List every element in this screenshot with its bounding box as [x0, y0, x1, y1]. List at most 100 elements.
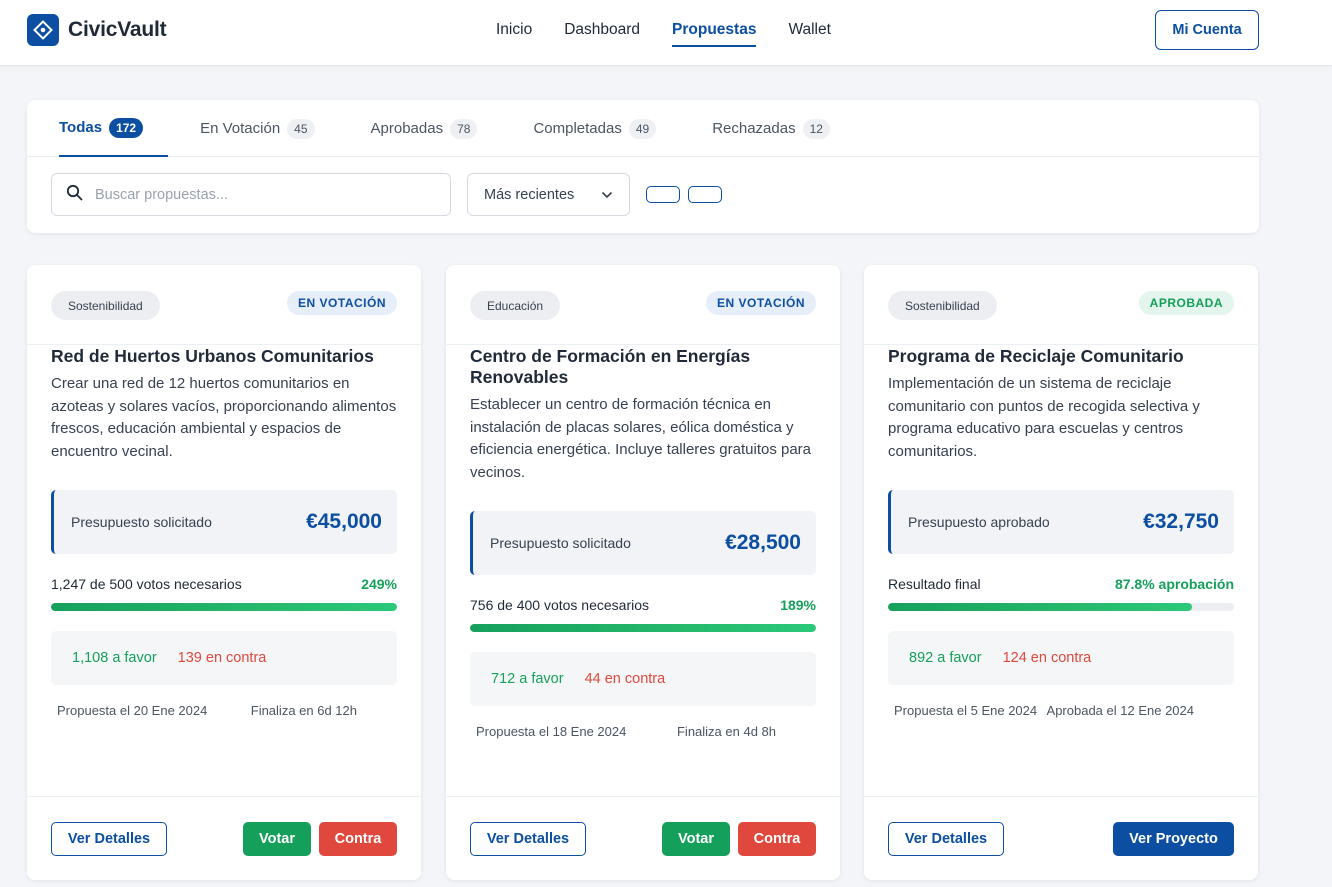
status-badge: APROBADA	[1138, 291, 1234, 315]
nav-inicio[interactable]: Inicio	[496, 0, 532, 47]
proposed-date: Propuesta el 18 Ene 2024	[476, 723, 627, 739]
progress-text: Resultado final	[888, 575, 981, 592]
search-icon	[66, 184, 83, 206]
progress-row: Resultado final 87.8% aprobación	[888, 576, 1234, 592]
category-badge: Sostenibilidad	[888, 291, 997, 320]
brand-name: CivicVault	[68, 18, 167, 41]
dates-row: Propuesta el 20 Ene 2024 Finaliza en 6d …	[51, 703, 397, 718]
tab-label: Todas	[59, 119, 103, 136]
budget-box: Presupuesto aprobado €32,750	[888, 489, 1234, 554]
main-nav: Inicio Dashboard Propuestas Wallet	[496, 0, 831, 66]
status-badge: EN VOTACIÓN	[287, 291, 397, 315]
against-button[interactable]: Contra	[738, 822, 816, 856]
brand-logo-icon	[27, 14, 59, 46]
proposed-date: Propuesta el 20 Ene 2024	[57, 702, 208, 718]
proposal-description: Crear una red de 12 huertos comunitarios…	[51, 375, 397, 461]
tab-label: Aprobadas	[370, 120, 444, 137]
progress-row: 756 de 400 votos necesarios 189%	[470, 597, 816, 613]
view-toggle-button[interactable]	[646, 186, 680, 203]
progress-row: 1,247 de 500 votos necesarios 249%	[51, 576, 397, 592]
votes-favor: 712 a favor	[491, 670, 564, 687]
details-button[interactable]: Ver Detalles	[470, 822, 586, 856]
tab-todas[interactable]: Todas 172	[59, 100, 169, 157]
card-footer: Ver Detalles Votar Contra	[446, 796, 840, 880]
dates-row: Propuesta el 18 Ene 2024 Finaliza en 4d …	[470, 724, 816, 739]
budget-amount: €32,750	[1143, 509, 1219, 533]
card-body: Programa de Reciclaje Comunitario Implem…	[888, 345, 1234, 718]
proposal-description: Establecer un centro de formación técnic…	[470, 396, 812, 482]
progress-bar	[51, 602, 397, 611]
budget-box: Presupuesto solicitado €45,000	[51, 489, 397, 554]
tab-completadas[interactable]: Completadas 49	[533, 100, 657, 157]
details-button[interactable]: Ver Detalles	[888, 822, 1004, 856]
vote-button[interactable]: Votar	[662, 822, 730, 856]
tab-aprobadas[interactable]: Aprobadas 78	[371, 100, 478, 157]
tab-count: 78	[450, 118, 478, 139]
budget-label: Presupuesto aprobado	[908, 513, 1050, 530]
approved-date: Aprobada el 12 Ene 2024	[1046, 702, 1194, 718]
category-badge: Sostenibilidad	[51, 291, 160, 320]
tab-count: 12	[802, 118, 830, 139]
card-header: Sostenibilidad APROBADA	[864, 265, 1258, 345]
proposal-card: Educación EN VOTACIÓN Centro de Formació…	[446, 265, 840, 880]
details-button[interactable]: Ver Detalles	[51, 822, 167, 856]
card-header: Sostenibilidad EN VOTACIÓN	[27, 265, 421, 345]
progress-fill	[51, 602, 397, 611]
top-navbar: CivicVault Inicio Dashboard Propuestas W…	[0, 0, 1332, 66]
status-badge: EN VOTACIÓN	[706, 291, 816, 315]
votes-against: 124 en contra	[1002, 649, 1092, 666]
votes-summary: 892 a favor 124 en contra	[888, 630, 1234, 685]
votes-against: 139 en contra	[177, 649, 267, 666]
brand[interactable]: CivicVault	[27, 14, 167, 46]
budget-box: Presupuesto solicitado €28,500	[470, 510, 816, 575]
tab-rechazadas[interactable]: Rechazadas 12	[712, 100, 830, 157]
budget-amount: €28,500	[725, 530, 801, 554]
tab-en-votacion[interactable]: En Votación 45	[200, 100, 315, 157]
status-tabs: Todas 172 En Votación 45 Aprobadas 78 Co…	[27, 100, 1259, 157]
progress-fill	[470, 623, 816, 632]
proposal-card: Sostenibilidad EN VOTACIÓN Red de Huerto…	[27, 265, 421, 880]
progress-bar	[470, 623, 816, 632]
tab-label: En Votación	[200, 120, 281, 137]
votes-summary: 1,108 a favor 139 en contra	[51, 630, 397, 685]
against-button[interactable]: Contra	[319, 822, 397, 856]
proposal-card: Sostenibilidad APROBADA Programa de Reci…	[864, 265, 1258, 880]
votes-favor: 1,108 a favor	[72, 649, 157, 666]
nav-wallet[interactable]: Wallet	[788, 0, 831, 47]
view-toggle-button[interactable]	[688, 186, 722, 203]
account-button[interactable]: Mi Cuenta	[1155, 10, 1259, 50]
view-project-button[interactable]: Ver Proyecto	[1113, 822, 1234, 856]
votes-favor: 892 a favor	[909, 649, 982, 666]
proposed-date: Propuesta el 5 Ene 2024	[894, 702, 1038, 718]
card-body: Red de Huertos Urbanos Comunitarios Crea…	[51, 345, 397, 718]
card-header: Educación EN VOTACIÓN	[446, 265, 840, 345]
tab-label: Rechazadas	[712, 120, 796, 137]
budget-label: Presupuesto solicitado	[490, 534, 631, 551]
votes-summary: 712 a favor 44 en contra	[470, 651, 816, 706]
budget-amount: €45,000	[306, 509, 382, 533]
progress-text: 756 de 400 votos necesarios	[470, 596, 650, 613]
progress-fill	[888, 602, 1192, 611]
vote-button[interactable]: Votar	[243, 822, 311, 856]
search-field[interactable]	[51, 173, 451, 216]
search-input[interactable]	[95, 186, 415, 203]
sort-select[interactable]: Más recientes	[467, 173, 630, 216]
category-badge: Educación	[470, 291, 561, 320]
card-footer: Ver Detalles Ver Proyecto	[864, 796, 1258, 880]
nav-dashboard[interactable]: Dashboard	[564, 0, 640, 47]
proposal-title: Programa de Reciclaje Comunitario	[888, 346, 1184, 366]
end-date: Finaliza en 4d 8h	[676, 723, 776, 739]
budget-label: Presupuesto solicitado	[71, 513, 212, 530]
end-date: Finaliza en 6d 12h	[250, 702, 357, 718]
filter-panel: Todas 172 En Votación 45 Aprobadas 78 Co…	[27, 100, 1259, 233]
proposal-title: Red de Huertos Urbanos Comunitarios	[51, 346, 374, 366]
progress-percent: 249%	[361, 575, 397, 592]
votes-against: 44 en contra	[584, 670, 666, 687]
tab-label: Completadas	[533, 120, 622, 137]
nav-propuestas[interactable]: Propuestas	[672, 0, 757, 47]
card-body: Centro de Formación en Energías Renovabl…	[470, 345, 816, 739]
sort-selected-value: Más recientes	[484, 186, 575, 203]
progress-bar	[888, 602, 1234, 611]
tab-count: 49	[628, 118, 657, 139]
dates-row: Propuesta el 5 Ene 2024 Aprobada el 12 E…	[888, 703, 1234, 718]
